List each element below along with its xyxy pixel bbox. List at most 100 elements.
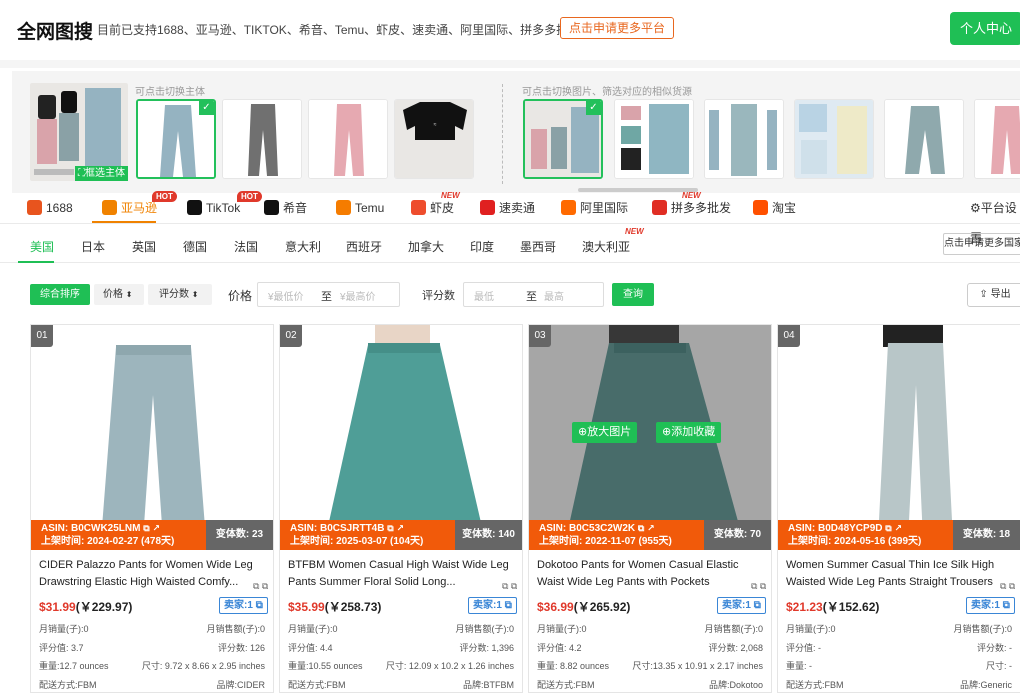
platform-logo-icon — [264, 200, 279, 215]
product-image[interactable]: ⊕放大图片 ⊕添加收藏 03 ASIN: B0C53C2W2K ⧉ ↗ 上架时间: 20… — [529, 325, 771, 550]
thumb-scrollbar[interactable] — [578, 188, 698, 192]
product-image[interactable]: 04 ASIN: B0D48YCP9D ⧉ ↗ 上架时间: 2024-05-16 (… — [778, 325, 1020, 550]
platform-tab[interactable]: Temu — [336, 193, 384, 223]
country-tab[interactable]: 印度 — [470, 232, 494, 262]
external-link-icon: ⧉ — [255, 600, 263, 611]
price-range-input[interactable]: ¥最低价 至 ¥最高价 — [257, 282, 400, 307]
seller-count-button[interactable]: 卖家:1 ⧉ — [219, 597, 268, 614]
rating-max-input[interactable]: 最高 — [544, 288, 564, 303]
platform-tab[interactable]: 虾皮 NEW — [411, 191, 460, 223]
platform-tab[interactable]: 希音 — [264, 193, 307, 223]
rating-range-input[interactable]: 最低 至 最高 — [463, 282, 604, 307]
product-title[interactable]: CIDER Palazzo Pants for Women Wide Leg D… — [39, 557, 265, 591]
country-tab[interactable]: 西班牙 — [346, 232, 382, 262]
stat-ship: 配送方式:FBM — [537, 680, 595, 690]
copy-icon[interactable]: ⧉ — [885, 523, 891, 533]
copy-title-icons[interactable]: ⧉ ⧉ — [1000, 581, 1015, 592]
subject-thumb[interactable] — [222, 99, 302, 179]
product-card[interactable]: 02 ASIN: B0CSJRTT4B ⧉ ↗ 上架时间: 2025-03-07 (… — [279, 324, 523, 693]
query-button[interactable]: 查询 — [612, 283, 654, 306]
result-thumb[interactable] — [884, 99, 964, 179]
country-tab[interactable]: 意大利 — [285, 232, 321, 262]
copy-title-icons[interactable]: ⧉ ⧉ — [502, 581, 517, 592]
rank-badge: 01 — [31, 325, 53, 347]
sort-rating-count-button[interactable]: 评分数 ⬍ — [148, 284, 212, 305]
country-tab[interactable]: 英国 — [132, 232, 156, 262]
stat-rating: 评分值: - — [786, 643, 821, 653]
platform-tab[interactable]: TikTok HOT — [187, 191, 262, 223]
platform-settings-button[interactable]: ⚙平台设置 — [970, 193, 1020, 245]
country-tab[interactable]: 澳大利亚 NEW — [582, 227, 644, 262]
platform-tab[interactable]: 1688 — [27, 193, 73, 223]
product-card[interactable]: 01 ASIN: B0CWK25LNM ⧉ ↗ 上架时间: 2024-02-27 (… — [30, 324, 274, 693]
platform-tab-label: 速卖通 — [499, 201, 536, 215]
country-tab[interactable]: 德国 — [183, 232, 207, 262]
copy-icon[interactable]: ⧉ — [387, 523, 393, 533]
product-title[interactable]: BTFBM Women Casual High Waist Wide Leg P… — [288, 557, 514, 591]
sort-price-button[interactable]: 价格 ⬍ — [94, 284, 144, 305]
price-cny: (￥258.73) — [324, 600, 382, 614]
export-button[interactable]: ⇪ 导出 — [967, 283, 1020, 307]
result-thumb[interactable] — [794, 99, 874, 179]
platform-tab[interactable]: 速卖通 — [480, 193, 535, 223]
platform-tab[interactable]: 阿里国际 — [561, 193, 628, 223]
product-title[interactable]: Women Summer Casual Thin Ice Silk High W… — [786, 557, 1012, 591]
range-separator: 至 — [321, 291, 332, 303]
country-tab[interactable]: 法国 — [234, 232, 258, 262]
price-min-input[interactable]: ¥最低价 — [268, 288, 304, 303]
country-tab[interactable]: 日本 — [81, 232, 105, 262]
country-tab-label: 印度 — [470, 240, 495, 254]
apply-more-sites-button[interactable]: 点击申请更多国家 — [943, 233, 1020, 255]
platform-tab[interactable]: 拼多多批发 NEW — [652, 191, 731, 223]
price-max-input[interactable]: ¥最高价 — [340, 288, 376, 303]
product-card[interactable]: 04 ASIN: B0D48YCP9D ⧉ ↗ 上架时间: 2024-05-16 (… — [777, 324, 1020, 693]
sort-default-button[interactable]: 综合排序 — [30, 284, 90, 305]
result-thumb[interactable] — [704, 99, 784, 179]
stat-rating-count: 评分数: - — [977, 643, 1012, 653]
product-image[interactable]: 01 ASIN: B0CWK25LNM ⧉ ↗ 上架时间: 2024-02-27 (… — [31, 325, 273, 550]
copy-icon[interactable]: ⧉ — [143, 523, 149, 533]
result-thumb[interactable] — [974, 99, 1020, 179]
product-price: $36.99(￥265.92) — [537, 598, 630, 615]
platform-tab[interactable]: 淘宝 — [753, 193, 796, 223]
seller-count-button[interactable]: 卖家:1 ⧉ — [717, 597, 766, 614]
asin-text: ASIN: B0C53C2W2K — [539, 523, 636, 534]
listed-date: 上架时间: 2022-11-07 (955天) — [539, 536, 672, 547]
result-thumb[interactable]: ✓ — [523, 99, 603, 179]
country-tab[interactable]: 加拿大 — [408, 232, 444, 262]
seller-count-button[interactable]: 卖家:1 ⧉ — [468, 597, 517, 614]
subject-thumb[interactable]: ≈ — [394, 99, 474, 179]
rank-badge: 02 — [280, 325, 302, 347]
country-tab-label: 加拿大 — [408, 240, 445, 254]
seller-count-button[interactable]: 卖家:1 ⧉ — [966, 597, 1015, 614]
price-usd: $36.99 — [537, 600, 574, 614]
platform-tab-label: 阿里国际 — [580, 201, 629, 215]
subject-thumb[interactable] — [308, 99, 388, 179]
external-link-icon[interactable]: ↗ — [152, 523, 160, 533]
external-link-icon[interactable]: ↗ — [396, 523, 404, 533]
product-image[interactable]: 02 ASIN: B0CSJRTT4B ⧉ ↗ 上架时间: 2025-03-07 (… — [280, 325, 522, 550]
copy-title-icons[interactable]: ⧉ ⧉ — [253, 581, 268, 592]
product-title[interactable]: Dokotoo Pants for Women Casual Elastic W… — [537, 557, 763, 591]
user-center-button[interactable]: 个人中心 — [950, 12, 1020, 45]
apply-more-platforms-button[interactable]: 点击申请更多平台 — [560, 17, 675, 39]
result-thumb-image — [615, 100, 693, 178]
product-card[interactable]: ⊕放大图片 ⊕添加收藏 03 ASIN: B0C53C2W2K ⧉ ↗ 上架时间: 20… — [528, 324, 772, 693]
platform-logo-icon — [187, 200, 202, 215]
rating-min-input[interactable]: 最低 — [474, 288, 494, 303]
result-thumb[interactable] — [614, 99, 694, 179]
refine-subject-button[interactable]: ⛶框选主体 — [75, 166, 128, 181]
country-tab[interactable]: 美国 — [30, 232, 54, 262]
country-tab[interactable]: 墨西哥 — [520, 232, 556, 262]
copy-title-icons[interactable]: ⧉ ⧉ — [751, 581, 766, 592]
zoom-image-button[interactable]: ⊕放大图片 — [572, 422, 638, 443]
gear-icon: ⚙ — [970, 201, 981, 215]
external-link-icon[interactable]: ↗ — [894, 523, 902, 533]
external-link-icon[interactable]: ↗ — [647, 523, 655, 533]
copy-icon[interactable]: ⧉ — [638, 523, 644, 533]
country-tab-label: 英国 — [132, 240, 157, 254]
subject-thumb[interactable]: ✓ — [136, 99, 216, 179]
crop-icon: ⛶ — [78, 168, 85, 179]
add-favorite-button[interactable]: ⊕添加收藏 — [656, 422, 722, 443]
platform-tab[interactable]: 亚马逊 HOT — [102, 191, 177, 223]
